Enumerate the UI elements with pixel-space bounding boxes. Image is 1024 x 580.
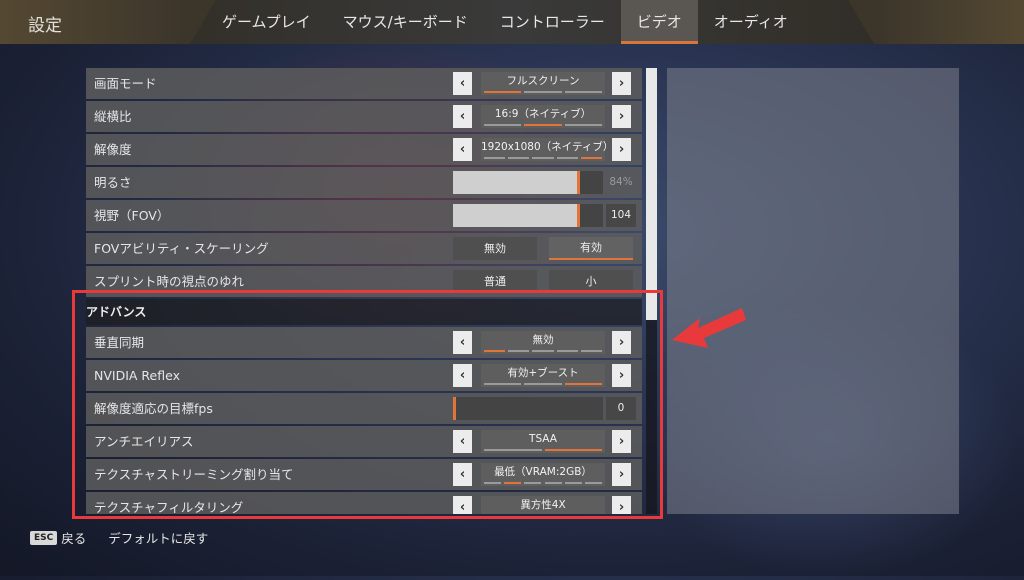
page-title: 設定 xyxy=(28,16,62,36)
selector-value: フルスクリーン xyxy=(506,75,580,87)
tab-gameplay[interactable]: ゲームプレイ xyxy=(206,0,327,44)
prev-arrow-icon[interactable]: ‹ xyxy=(453,105,472,128)
slider-thumb[interactable] xyxy=(577,204,580,227)
slider-thumb[interactable] xyxy=(577,171,580,194)
segment-indicator xyxy=(484,124,522,126)
footer-controls: ESC 戻る デフォルトに戻す xyxy=(30,528,208,547)
setting-label: 明るさ xyxy=(94,175,132,190)
segment-indicator xyxy=(564,91,602,93)
reset-default-button[interactable]: デフォルトに戻す xyxy=(108,528,208,547)
scrollbar-thumb[interactable] xyxy=(646,68,657,320)
segment-indicator xyxy=(484,91,522,93)
setting-label: 縦横比 xyxy=(94,109,132,124)
tab-audio[interactable]: オーディオ xyxy=(698,0,804,44)
selector-value: 1920x1080（ネイティブ） xyxy=(481,141,614,153)
tab-controller[interactable]: コントローラー xyxy=(484,0,621,44)
segment-indicator xyxy=(484,157,506,159)
setting-label: 視野（FOV） xyxy=(94,208,170,223)
setting-row-aspect-ratio: 縦横比 ‹ 16:9（ネイティブ） › xyxy=(86,101,642,132)
slider-fill xyxy=(453,204,579,227)
option-enabled[interactable]: 有効 xyxy=(549,237,633,260)
setting-row-display-mode: 画面モード ‹ フルスクリーン › xyxy=(86,68,642,99)
highlight-annotation-box xyxy=(72,290,663,519)
setting-row-fov: 視野（FOV） 104 xyxy=(86,200,642,231)
setting-label: 画面モード xyxy=(94,76,157,91)
setting-label: FOVアビリティ・スケーリング xyxy=(94,241,269,256)
segment-indicator xyxy=(580,157,602,159)
esc-key-icon: ESC xyxy=(30,530,58,545)
segment-indicator xyxy=(532,157,554,159)
brightness-slider[interactable] xyxy=(453,171,603,194)
description-panel xyxy=(667,68,959,514)
setting-row-brightness: 明るさ 84% xyxy=(86,167,642,198)
resolution-selector[interactable]: 1920x1080（ネイティブ） xyxy=(481,138,614,161)
setting-row-resolution: 解像度 ‹ 1920x1080（ネイティブ） › xyxy=(86,134,642,165)
setting-row-fov-ability-scaling: FOVアビリティ・スケーリング 無効 有効 xyxy=(86,233,642,264)
fov-value[interactable]: 104 xyxy=(606,204,636,227)
prev-arrow-icon[interactable]: ‹ xyxy=(453,138,472,161)
next-arrow-icon[interactable]: › xyxy=(612,105,631,128)
fov-slider[interactable] xyxy=(453,204,603,227)
segment-indicator xyxy=(556,157,578,159)
next-arrow-icon[interactable]: › xyxy=(612,138,631,161)
top-bar: 設定 ゲームプレイ マウス/キーボード コントローラー ビデオ オーディオ xyxy=(0,0,1024,44)
slider-fill xyxy=(453,171,579,194)
next-arrow-icon[interactable]: › xyxy=(612,72,631,95)
settings-tabs: ゲームプレイ マウス/キーボード コントローラー ビデオ オーディオ xyxy=(206,0,804,44)
option-disabled[interactable]: 無効 xyxy=(453,237,537,260)
prev-arrow-icon[interactable]: ‹ xyxy=(453,72,472,95)
setting-label: 解像度 xyxy=(94,142,132,157)
tab-video[interactable]: ビデオ xyxy=(620,0,698,44)
display-mode-selector[interactable]: フルスクリーン xyxy=(481,72,605,95)
selector-value: 16:9（ネイティブ） xyxy=(494,108,592,120)
segment-indicator xyxy=(508,157,530,159)
segment-indicator xyxy=(524,124,562,126)
segment-indicator xyxy=(564,124,602,126)
back-button[interactable]: 戻る xyxy=(61,528,86,547)
red-arrow-annotation-icon xyxy=(672,308,746,348)
brightness-value: 84% xyxy=(609,176,633,188)
top-bar-right-deco xyxy=(874,0,1024,44)
segment-indicator xyxy=(524,91,562,93)
tab-mouse-keyboard[interactable]: マウス/キーボード xyxy=(327,0,484,44)
aspect-ratio-selector[interactable]: 16:9（ネイティブ） xyxy=(481,105,605,128)
